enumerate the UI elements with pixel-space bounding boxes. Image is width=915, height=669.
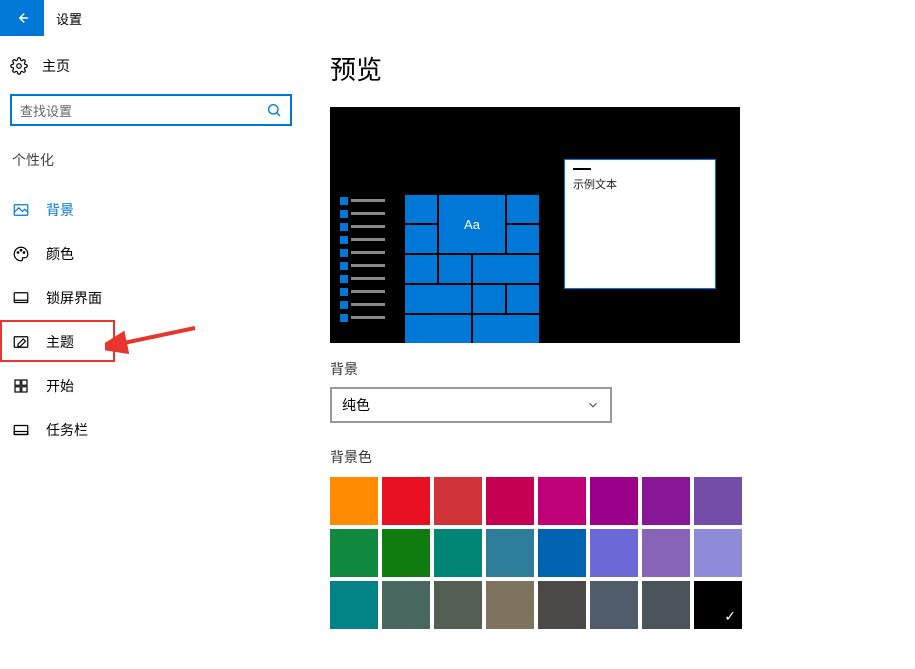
nav-list: 背景 颜色 锁屏界面 主题 — [10, 188, 300, 452]
sidebar: 主页 查找设置 个性化 背景 颜色 — [0, 48, 300, 629]
color-swatch[interactable] — [642, 477, 690, 525]
taskbar-icon — [12, 421, 30, 439]
background-dropdown[interactable]: 纯色 — [330, 387, 612, 423]
sidebar-item-taskbar[interactable]: 任务栏 — [10, 408, 300, 452]
color-swatch[interactable] — [590, 477, 638, 525]
back-button[interactable] — [0, 0, 44, 36]
dropdown-value: 纯色 — [342, 395, 370, 415]
color-swatch[interactable] — [538, 477, 586, 525]
color-swatch[interactable] — [382, 581, 430, 629]
search-icon — [266, 102, 282, 118]
nav-label: 开始 — [46, 376, 74, 396]
bg-color-label: 背景色 — [330, 447, 915, 467]
nav-label: 锁屏界面 — [46, 288, 102, 308]
back-arrow-icon — [13, 9, 31, 27]
search-input[interactable]: 查找设置 — [10, 94, 292, 126]
nav-label: 颜色 — [46, 244, 74, 264]
color-swatch[interactable] — [434, 477, 482, 525]
preview-tile-aa: Aa — [439, 195, 505, 253]
lockscreen-icon — [12, 289, 30, 307]
gear-icon — [10, 57, 28, 75]
nav-label: 任务栏 — [46, 420, 88, 440]
pencil-icon — [12, 333, 30, 351]
color-swatch[interactable] — [486, 477, 534, 525]
preview-sample-window: 示例文本 — [564, 159, 716, 289]
color-swatch[interactable] — [642, 581, 690, 629]
color-swatch[interactable] — [538, 529, 586, 577]
check-icon: ✓ — [724, 608, 736, 625]
preview-start-list — [340, 195, 385, 325]
home-link[interactable]: 主页 — [10, 48, 300, 84]
nav-label: 主题 — [46, 332, 74, 352]
window-title: 设置 — [56, 9, 82, 28]
desktop-preview: Aa 示例文本 — [330, 107, 740, 343]
sidebar-item-background[interactable]: 背景 — [10, 188, 300, 232]
preview-tiles: Aa — [405, 195, 539, 343]
color-swatch[interactable] — [434, 581, 482, 629]
nav-label: 背景 — [46, 200, 74, 220]
color-swatch[interactable] — [330, 477, 378, 525]
preview-heading: 预览 — [330, 50, 915, 87]
chevron-down-icon — [586, 398, 600, 412]
main-pane: 预览 Aa — [300, 48, 915, 629]
search-placeholder: 查找设置 — [20, 101, 72, 120]
color-swatch[interactable] — [330, 581, 378, 629]
color-swatch[interactable] — [382, 477, 430, 525]
color-swatch[interactable] — [538, 581, 586, 629]
color-swatch[interactable] — [434, 529, 482, 577]
color-swatch[interactable] — [382, 529, 430, 577]
section-label: 个性化 — [10, 150, 300, 170]
color-swatch[interactable]: ✓ — [694, 581, 742, 629]
color-swatch[interactable] — [694, 529, 742, 577]
color-swatch[interactable] — [486, 529, 534, 577]
start-icon — [12, 377, 30, 395]
sidebar-item-themes[interactable]: 主题 — [10, 320, 300, 364]
color-swatch[interactable] — [486, 581, 534, 629]
color-swatch[interactable] — [590, 581, 638, 629]
color-swatch[interactable] — [330, 529, 378, 577]
sidebar-item-lockscreen[interactable]: 锁屏界面 — [10, 276, 300, 320]
background-label: 背景 — [330, 359, 915, 379]
preview-sample-text: 示例文本 — [573, 176, 707, 192]
color-swatch[interactable] — [590, 529, 638, 577]
picture-icon — [12, 201, 30, 219]
sidebar-item-colors[interactable]: 颜色 — [10, 232, 300, 276]
color-swatch[interactable] — [694, 477, 742, 525]
home-label: 主页 — [42, 56, 70, 76]
color-swatch[interactable] — [642, 529, 690, 577]
color-grid: ✓ — [330, 477, 915, 629]
sidebar-item-start[interactable]: 开始 — [10, 364, 300, 408]
palette-icon — [12, 245, 30, 263]
